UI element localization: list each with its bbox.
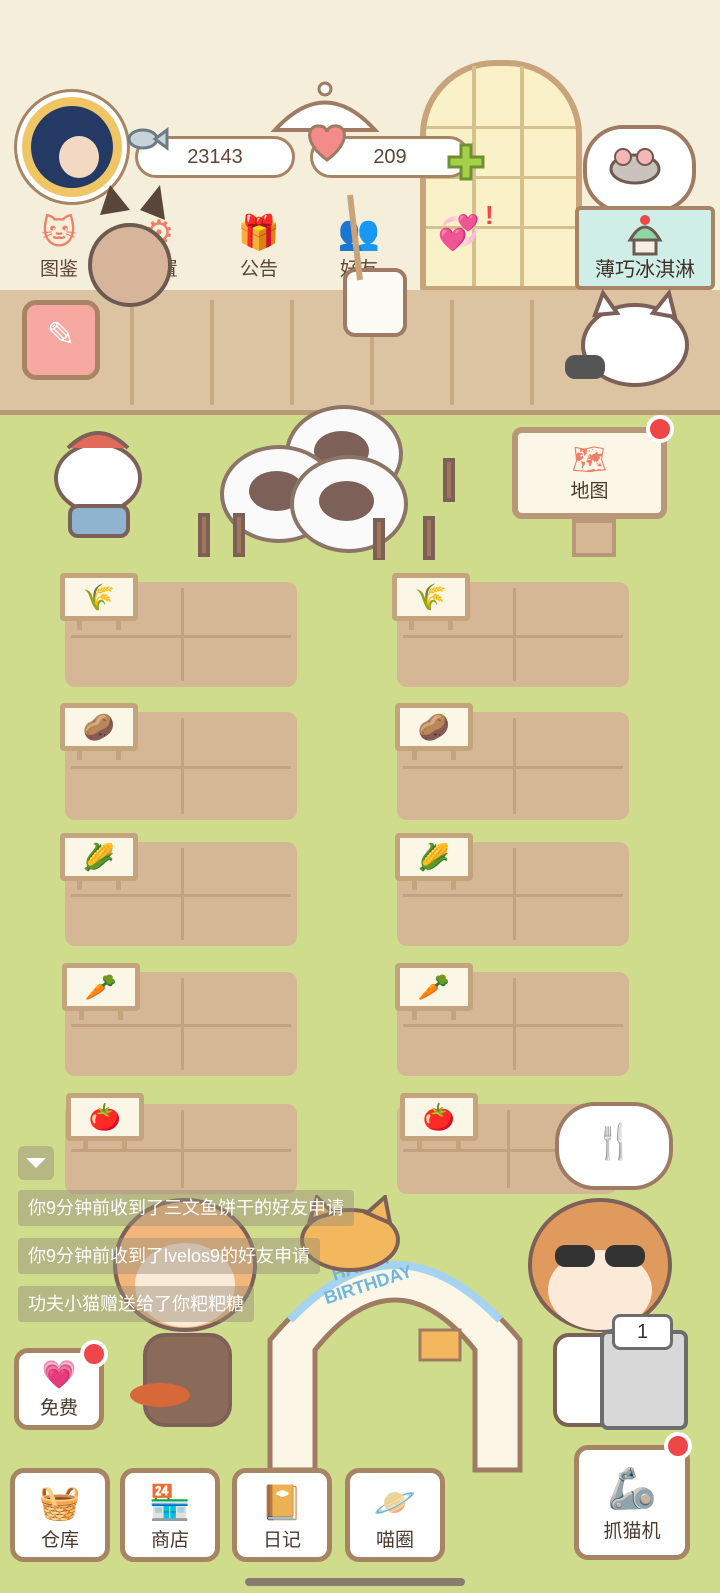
siamese-cat (88, 185, 172, 307)
event-banner-label: 薄巧冰淇淋 (595, 259, 695, 281)
farmer-character (54, 431, 142, 538)
tomato-icon: 🍅 (88, 1101, 122, 1132)
food-request-bubble[interactable]: 🍴 (555, 1102, 673, 1190)
heart-currency-value: 209 (373, 145, 407, 168)
menu-hearts[interactable]: 💞 ! (419, 200, 499, 286)
warehouse-button[interactable]: 🧺 仓库 (10, 1468, 110, 1562)
planet-cat-icon: 🪐 (373, 1484, 417, 1522)
circle-label: 喵圈 (375, 1530, 414, 1551)
free-label: 免费 (39, 1398, 78, 1419)
chat-toggle[interactable] (18, 1146, 54, 1180)
wheat-sign[interactable]: 🌾 (392, 573, 470, 630)
pencil-icon: ✎ (46, 316, 76, 354)
free-badge (80, 1340, 108, 1368)
event-banner[interactable]: 薄巧冰淇淋 (575, 206, 715, 290)
game-scene: 23143 209 🐱 图鉴 ⚙ 设置 🎁 公告 � (0, 0, 720, 1593)
home-indicator (245, 1578, 465, 1586)
corn-sign[interactable]: 🌽 (60, 833, 138, 890)
potato-sign[interactable]: 🥔 (395, 703, 473, 760)
circle-button[interactable]: 🪐 喵圈 (345, 1468, 445, 1562)
mouse-icon (609, 148, 661, 185)
fish-icon (125, 124, 169, 154)
carrot-icon: 🥕 (84, 971, 118, 1002)
tomato-sign[interactable]: 🍅 (400, 1093, 478, 1150)
map-sign-post (572, 519, 616, 557)
cup (343, 194, 407, 337)
carrot-icon: 🥕 (417, 971, 451, 1002)
message-3: 功夫小猫赠送给了你粑粑糖 (18, 1286, 254, 1322)
carrot-sign[interactable]: 🥕 (62, 963, 140, 1020)
shop-button[interactable]: 🏪 商店 (120, 1468, 220, 1562)
diary-icon: 📔 (260, 1484, 304, 1522)
claw-machine-button[interactable]: 🦾 抓猫机 (574, 1445, 690, 1560)
gift-icon: 🎁 (237, 214, 281, 252)
warehouse-icon: 🧺 (38, 1484, 82, 1522)
fork-knife-icon: 🍴 (593, 1123, 636, 1161)
machine-count: 1 (612, 1314, 673, 1350)
mouse-bubble[interactable] (583, 125, 696, 213)
corn-sign[interactable]: 🌽 (395, 833, 473, 890)
message-2: 你9分钟前收到了lvelos9的好友申请 (18, 1238, 321, 1274)
map-icon: 🗺 (571, 444, 608, 475)
sheep-pen[interactable] (195, 400, 480, 560)
fish-currency-value: 23143 (187, 145, 243, 168)
diary-label: 日记 (262, 1530, 301, 1551)
chat-collapse-icon (26, 1158, 46, 1168)
slot-machine[interactable]: 1 (600, 1314, 688, 1430)
menu-announcements[interactable]: 🎁 公告 (219, 212, 299, 286)
corn-icon: 🌽 (417, 841, 451, 872)
map-label: 地图 (570, 481, 609, 502)
warehouse-label: 仓库 (40, 1530, 79, 1551)
potato-icon: 🥔 (417, 711, 451, 742)
potato-icon: 🥔 (82, 711, 116, 742)
corn-icon: 🌽 (82, 841, 116, 872)
map-button[interactable]: 🗺 地图 (512, 427, 667, 519)
notification-badge (646, 415, 674, 443)
message-1: 你9分钟前收到了三文鱼饼干的好友申请 (18, 1190, 355, 1226)
tomato-sign[interactable]: 🍅 (66, 1093, 144, 1150)
diary-button[interactable]: 📔 日记 (232, 1468, 332, 1562)
potato-sign[interactable]: 🥔 (60, 703, 138, 760)
carrot-sign[interactable]: 🥕 (395, 963, 473, 1020)
heart-icon (302, 120, 352, 164)
ice-cream-icon (627, 215, 663, 256)
wheat-sign[interactable]: 🌾 (60, 573, 138, 630)
plus-icon[interactable] (446, 142, 486, 182)
white-cat (565, 288, 689, 387)
tomato-icon: 🍅 (422, 1101, 456, 1132)
claw-label: 抓猫机 (603, 1521, 661, 1542)
shop-icon: 🏪 (148, 1484, 192, 1522)
wheat-icon: 🌾 (82, 581, 116, 612)
claw-badge (664, 1432, 692, 1460)
shop-label: 商店 (150, 1530, 189, 1551)
alert-icon: ! (485, 200, 494, 230)
claw-icon: 🦾 (607, 1467, 657, 1511)
menu-announcements-label: 公告 (239, 259, 278, 280)
wheat-icon: 🌾 (414, 581, 448, 612)
